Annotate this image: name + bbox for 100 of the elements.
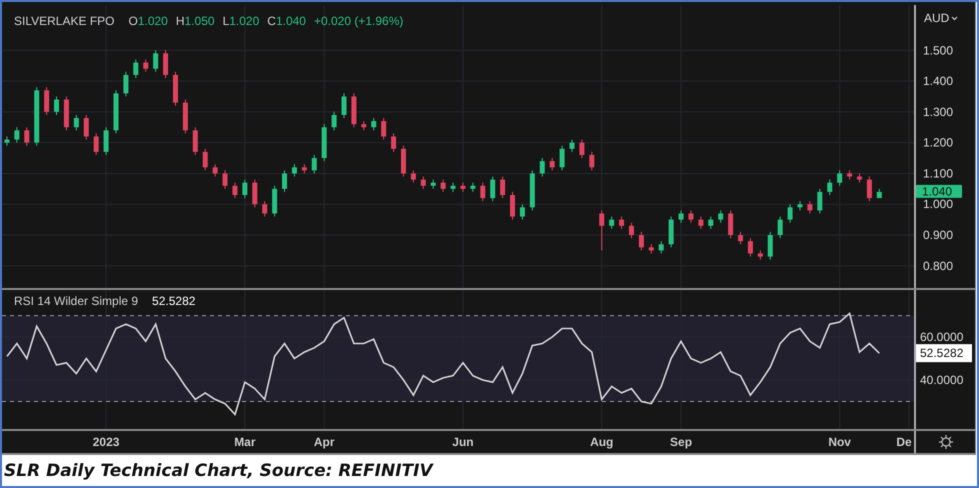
axis-label: Aug xyxy=(590,435,614,449)
candlestick xyxy=(678,210,684,224)
candlestick xyxy=(708,216,714,230)
candlestick xyxy=(440,179,446,192)
candlestick xyxy=(400,145,406,178)
axis-label: De xyxy=(896,435,912,449)
price-change: +0.020 (+1.96%) xyxy=(314,14,404,28)
ohlc-label: C xyxy=(267,14,276,28)
candlestick xyxy=(768,231,773,260)
candlestick xyxy=(688,210,694,224)
candlestick xyxy=(312,154,317,174)
candlestick xyxy=(172,71,178,106)
candlestick xyxy=(54,96,60,116)
rsi-value-badge: 52.5282 xyxy=(916,344,972,362)
candlestick xyxy=(272,185,278,218)
candlestick xyxy=(460,182,466,192)
candlestick xyxy=(64,96,69,131)
indicator-name: RSI 14 Wilder Simple 9 xyxy=(14,294,138,308)
candlestick xyxy=(292,164,297,178)
candlestick xyxy=(84,114,89,140)
axis-label: 1.000 xyxy=(923,197,954,212)
candlestick xyxy=(74,114,79,131)
axis-label: Mar xyxy=(234,435,256,449)
axis-label: Jun xyxy=(452,435,474,449)
candlestick xyxy=(420,176,426,190)
candlestick xyxy=(202,148,208,171)
candlestick xyxy=(530,170,535,211)
candlestick xyxy=(430,179,436,190)
candlestick xyxy=(361,120,366,131)
candlestick xyxy=(718,210,724,224)
candlestick xyxy=(14,126,20,144)
axis-label: 1.100 xyxy=(923,166,954,180)
candlestick xyxy=(490,176,496,202)
candlestick xyxy=(520,204,525,220)
candlestick xyxy=(599,210,604,251)
candlestick xyxy=(381,118,386,140)
candlestick xyxy=(4,136,10,146)
candlestick xyxy=(322,124,327,162)
candlestick xyxy=(658,240,664,254)
candlestick xyxy=(856,172,862,184)
axis-label: 60.0000 xyxy=(920,330,964,344)
candlestick xyxy=(807,200,812,214)
candlestick xyxy=(817,188,822,214)
caret-icon[interactable] xyxy=(951,16,958,20)
candlestick xyxy=(143,59,148,72)
candlestick xyxy=(748,238,753,258)
candlestick xyxy=(609,216,614,230)
candlestick xyxy=(579,139,584,159)
candlestick xyxy=(282,170,288,192)
candlestick xyxy=(668,216,674,248)
candlestick xyxy=(342,92,346,119)
ohlc-label: O xyxy=(128,14,138,28)
candlestick xyxy=(302,164,307,174)
candlestick xyxy=(114,90,118,134)
candlestick xyxy=(698,216,704,230)
ohlc-value: 1.020 xyxy=(138,14,168,28)
candlestick xyxy=(94,132,99,156)
ohlc-label: L xyxy=(222,14,230,28)
candlestick xyxy=(788,204,793,224)
candlestick xyxy=(153,50,158,72)
candlestick xyxy=(778,216,783,239)
settings-icon[interactable] xyxy=(938,434,954,450)
candlestick xyxy=(232,182,238,199)
axis-label: Sep xyxy=(670,435,692,449)
candlestick xyxy=(550,158,555,171)
candlestick xyxy=(222,170,228,190)
candlestick xyxy=(470,182,476,192)
candlestick xyxy=(570,139,574,152)
candlestick xyxy=(410,170,416,184)
axis-label: 1.200 xyxy=(923,136,954,150)
candlestick xyxy=(728,210,734,239)
axis-label: 0.900 xyxy=(923,228,954,242)
candlestick xyxy=(847,170,852,180)
candlestick xyxy=(866,176,872,202)
candlestick xyxy=(391,132,396,152)
candlestick xyxy=(192,126,198,156)
ohlc-value: 1.040 xyxy=(276,14,306,28)
candlestick xyxy=(827,179,832,196)
currency-selector[interactable]: AUD xyxy=(924,11,950,25)
axis-label: Nov xyxy=(828,435,851,449)
candlestick xyxy=(332,111,337,131)
candlestick xyxy=(44,86,50,116)
candlestick xyxy=(589,151,594,171)
ohlc-value: 1.050 xyxy=(184,14,215,28)
candlestick xyxy=(540,158,545,178)
candlestick xyxy=(500,176,506,199)
candlestick xyxy=(638,231,644,251)
candlestick xyxy=(24,126,30,146)
candlestick xyxy=(758,250,763,260)
candlestick xyxy=(480,182,486,202)
candlestick xyxy=(628,222,634,239)
candlestick xyxy=(212,164,218,178)
axis-label: 2023 xyxy=(92,435,120,449)
symbol-name: SILVERLAKE FPO xyxy=(14,14,114,28)
ohlc-label: H xyxy=(176,14,185,28)
ohlc-value: 1.020 xyxy=(229,14,260,28)
candlestick xyxy=(252,179,258,208)
indicator-value: 52.5282 xyxy=(152,294,196,308)
candlestick xyxy=(560,145,565,171)
candlestick xyxy=(619,216,624,230)
